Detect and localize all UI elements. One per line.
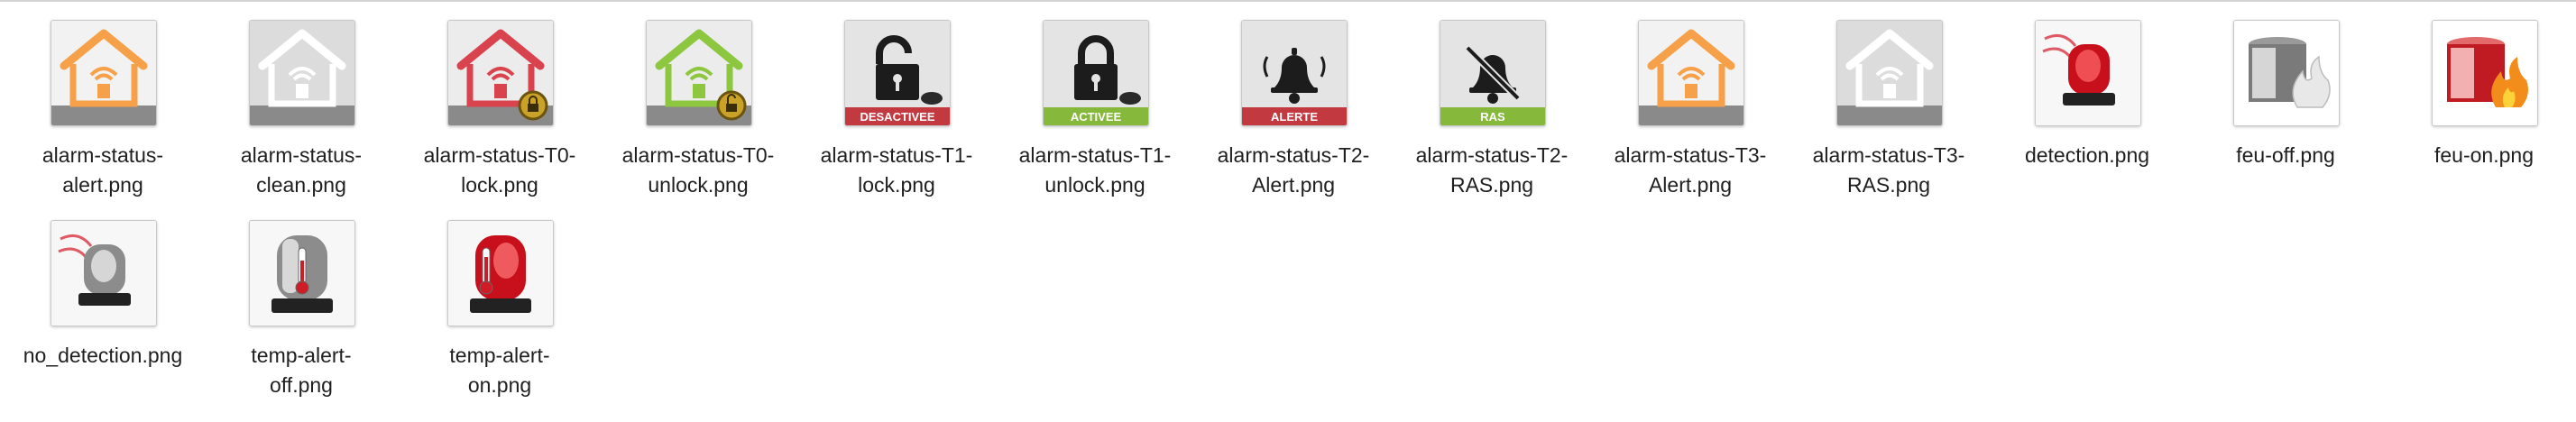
file-name: alarm-status-T0- unlock.png: [621, 143, 775, 197]
thermometer-siren-on-icon: [447, 220, 554, 326]
file-item-detection[interactable]: detection.png: [1988, 0, 2186, 200]
status-badge: ACTIVEE: [1071, 110, 1122, 124]
file-item-alarm-status-t1-unlock[interactable]: ACTIVEE alarm-status-T1- unlock.png: [996, 0, 1194, 200]
fire-on-icon: [2432, 20, 2538, 126]
status-badge: RAS: [1480, 110, 1505, 124]
status-badge: ALERTE: [1271, 110, 1318, 124]
file-item-no-detection[interactable]: no_detection.png: [4, 200, 202, 400]
file-name: feu-off.png: [2236, 143, 2335, 167]
house-alert-orange-icon: [51, 20, 157, 126]
file-item-feu-off[interactable]: feu-off.png: [2186, 0, 2385, 200]
file-name: feu-on.png: [2434, 143, 2534, 167]
siren-red-detection-icon: [2035, 20, 2141, 126]
file-item-alarm-status-t1-lock[interactable]: DESACTIVEE alarm-status-T1- lock.png: [797, 0, 996, 200]
file-item-temp-alert-off[interactable]: temp-alert-off.png: [202, 200, 400, 400]
file-item-alarm-status-clean[interactable]: alarm-status-clean.png: [202, 0, 400, 200]
house-clean-white-icon: [1836, 20, 1943, 126]
file-name: alarm-status-T2- Alert.png: [1217, 143, 1370, 197]
status-badge: DESACTIVEE: [860, 110, 934, 124]
file-item-alarm-status-alert[interactable]: alarm-status-alert.png: [4, 0, 202, 200]
file-name: alarm-status-T3- Alert.png: [1614, 143, 1767, 197]
file-item-alarm-status-t0-unlock[interactable]: alarm-status-T0- unlock.png: [599, 0, 797, 200]
file-name: alarm-status-clean.png: [240, 143, 363, 197]
padlock-open-icon: DESACTIVEE: [844, 20, 951, 126]
file-name: alarm-status-T3- RAS.png: [1812, 143, 1965, 197]
file-name: alarm-status-T2- RAS.png: [1415, 143, 1569, 197]
bell-muted-icon: RAS: [1440, 20, 1546, 126]
file-name: detection.png: [2024, 143, 2150, 167]
file-name: no_detection.png: [23, 344, 183, 367]
file-item-temp-alert-on[interactable]: temp-alert-on.png: [400, 200, 599, 400]
padlock-closed-icon: ACTIVEE: [1043, 20, 1149, 126]
file-item-alarm-status-t3-alert[interactable]: alarm-status-T3- Alert.png: [1591, 0, 1789, 200]
fire-off-icon: [2233, 20, 2340, 126]
file-item-alarm-status-t2-ras[interactable]: RAS alarm-status-T2- RAS.png: [1393, 0, 1591, 200]
bell-icon: ALERTE: [1241, 20, 1348, 126]
file-name: alarm-status-alert.png: [41, 143, 164, 197]
house-alert-orange-icon: [1638, 20, 1744, 126]
file-item-alarm-status-t2-alert[interactable]: ALERTE alarm-status-T2- Alert.png: [1194, 0, 1393, 200]
house-clean-white-icon: [249, 20, 355, 126]
file-item-feu-on[interactable]: feu-on.png: [2385, 0, 2576, 200]
house-red-lock-icon: [447, 20, 554, 126]
file-name: alarm-status-T1- unlock.png: [1018, 143, 1172, 197]
thermometer-siren-off-icon: [249, 220, 355, 326]
file-name: alarm-status-T1- lock.png: [820, 143, 973, 197]
house-green-unlock-icon: [646, 20, 752, 126]
file-name: temp-alert-on.png: [449, 344, 550, 397]
file-name: alarm-status-T0- lock.png: [423, 143, 576, 197]
file-name: temp-alert-off.png: [251, 344, 352, 397]
file-item-alarm-status-t0-lock[interactable]: alarm-status-T0- lock.png: [400, 0, 599, 200]
siren-off-detection-icon: [51, 220, 157, 326]
file-item-alarm-status-t3-ras[interactable]: alarm-status-T3- RAS.png: [1789, 0, 1988, 200]
